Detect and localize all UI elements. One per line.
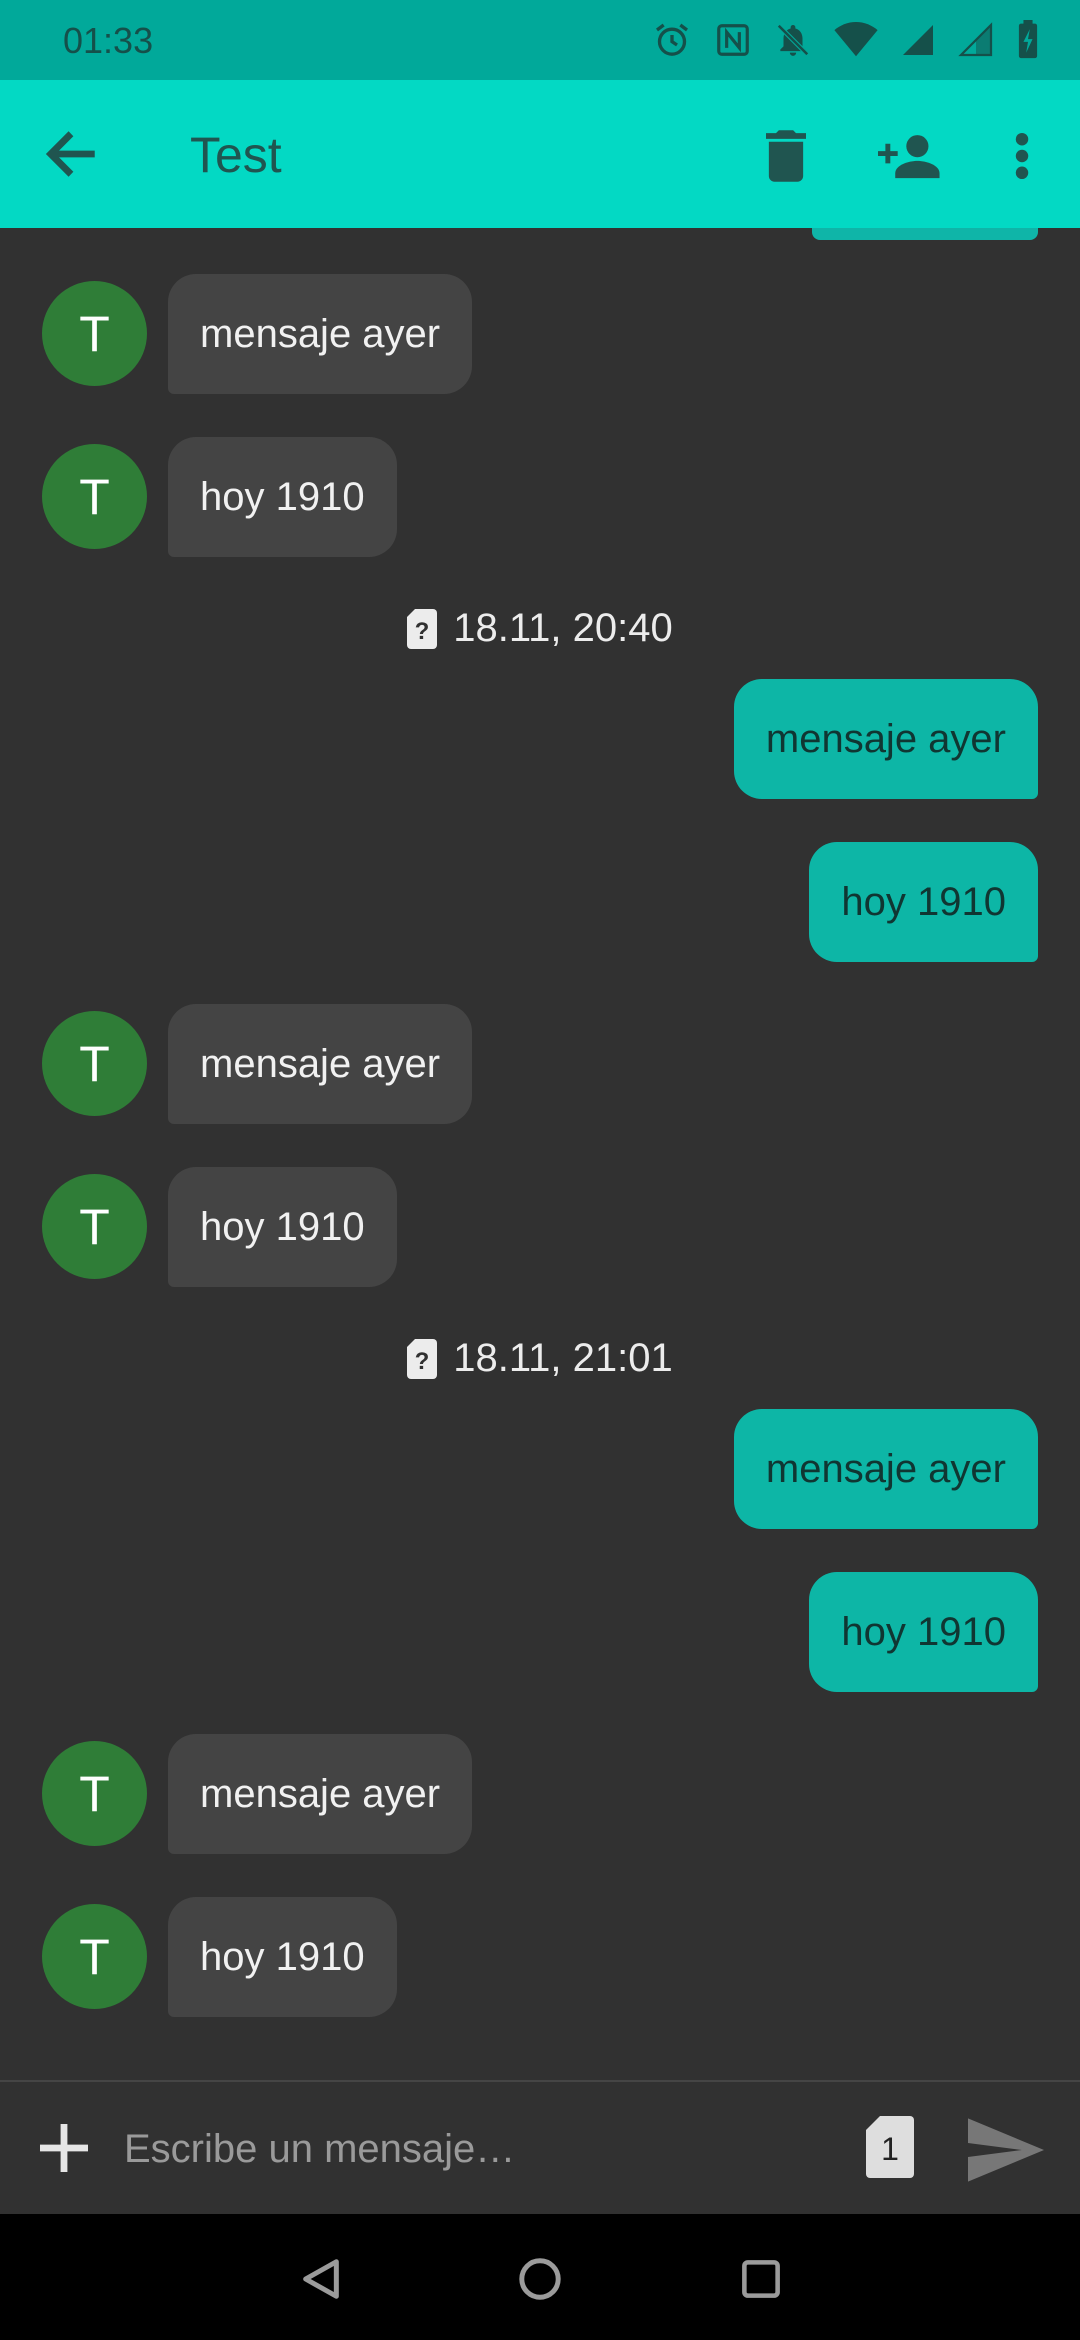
- incoming-message-bubble[interactable]: mensaje ayer: [168, 1004, 473, 1124]
- svg-text:?: ?: [415, 618, 430, 645]
- incoming-message-bubble[interactable]: mensaje ayer: [168, 274, 473, 394]
- notifications-off-icon: [777, 24, 809, 56]
- sim-slot-number: 1: [881, 2130, 899, 2167]
- app-bar: Test: [0, 80, 1080, 228]
- nav-recents-button[interactable]: [728, 2246, 794, 2312]
- signal-icon: [903, 25, 933, 55]
- attach-button[interactable]: [28, 2112, 100, 2184]
- status-bar: 01:33: [0, 0, 1080, 80]
- avatar[interactable]: T: [42, 444, 147, 549]
- message-composer: 1: [0, 2080, 1080, 2214]
- message-input[interactable]: [124, 2106, 824, 2192]
- timestamp-divider: ? 18.11, 20:40: [0, 606, 1080, 651]
- nav-recents-icon: [742, 2260, 780, 2298]
- nfc-icon: [717, 24, 749, 56]
- status-time: 01:33: [63, 20, 154, 61]
- delete-icon: [766, 130, 806, 182]
- back-button[interactable]: [36, 122, 108, 186]
- status-icons: [652, 18, 1040, 62]
- avatar[interactable]: T: [42, 1741, 147, 1846]
- outgoing-message-bubble[interactable]: mensaje ayer: [733, 679, 1038, 799]
- add-contact-button[interactable]: [872, 118, 948, 194]
- outgoing-message-bubble[interactable]: [812, 228, 1038, 240]
- incoming-message-bubble[interactable]: hoy 1910: [168, 1897, 397, 2017]
- sim-card-icon: ?: [407, 1338, 438, 1379]
- message-list[interactable]: T mensaje ayer T hoy 1910 ? 18.11, 20:40…: [0, 228, 1080, 2080]
- outgoing-message-bubble[interactable]: mensaje ayer: [733, 1409, 1038, 1529]
- send-button[interactable]: [960, 2112, 1052, 2188]
- signal-icon: [958, 22, 993, 57]
- avatar[interactable]: T: [42, 1174, 147, 1279]
- battery-charging-icon: [1018, 20, 1038, 59]
- navigation-bar: [0, 2214, 1080, 2340]
- conversation-title: Test: [190, 127, 282, 183]
- plus-icon: [40, 2124, 88, 2172]
- timestamp-divider: ? 18.11, 21:01: [0, 1336, 1080, 1381]
- incoming-message-bubble[interactable]: hoy 1910: [168, 437, 397, 557]
- more-vert-icon: [1015, 132, 1029, 180]
- wifi-icon: [834, 22, 878, 57]
- send-icon: [968, 2118, 1044, 2182]
- nav-back-icon: [303, 2259, 339, 2299]
- incoming-message-bubble[interactable]: mensaje ayer: [168, 1734, 473, 1854]
- avatar[interactable]: T: [42, 281, 147, 386]
- timestamp-text: 18.11, 21:01: [453, 1336, 673, 1380]
- delete-button[interactable]: [748, 118, 824, 194]
- nav-home-icon: [519, 2258, 561, 2300]
- outgoing-message-bubble[interactable]: hoy 1910: [809, 842, 1038, 962]
- sim-card-icon: ?: [407, 608, 438, 649]
- add-person-icon: [878, 135, 940, 179]
- nav-home-button[interactable]: [507, 2246, 573, 2312]
- nav-back-button[interactable]: [288, 2246, 354, 2312]
- arrow-back-icon: [45, 131, 95, 177]
- avatar[interactable]: T: [42, 1011, 147, 1116]
- sim-selector-button[interactable]: 1: [862, 2116, 918, 2178]
- outgoing-message-bubble[interactable]: hoy 1910: [809, 1572, 1038, 1692]
- svg-text:?: ?: [415, 1348, 430, 1375]
- more-options-button[interactable]: [984, 118, 1060, 194]
- alarm-icon: [656, 23, 688, 56]
- incoming-message-bubble[interactable]: hoy 1910: [168, 1167, 397, 1287]
- timestamp-text: 18.11, 20:40: [453, 606, 673, 650]
- avatar[interactable]: T: [42, 1904, 147, 2009]
